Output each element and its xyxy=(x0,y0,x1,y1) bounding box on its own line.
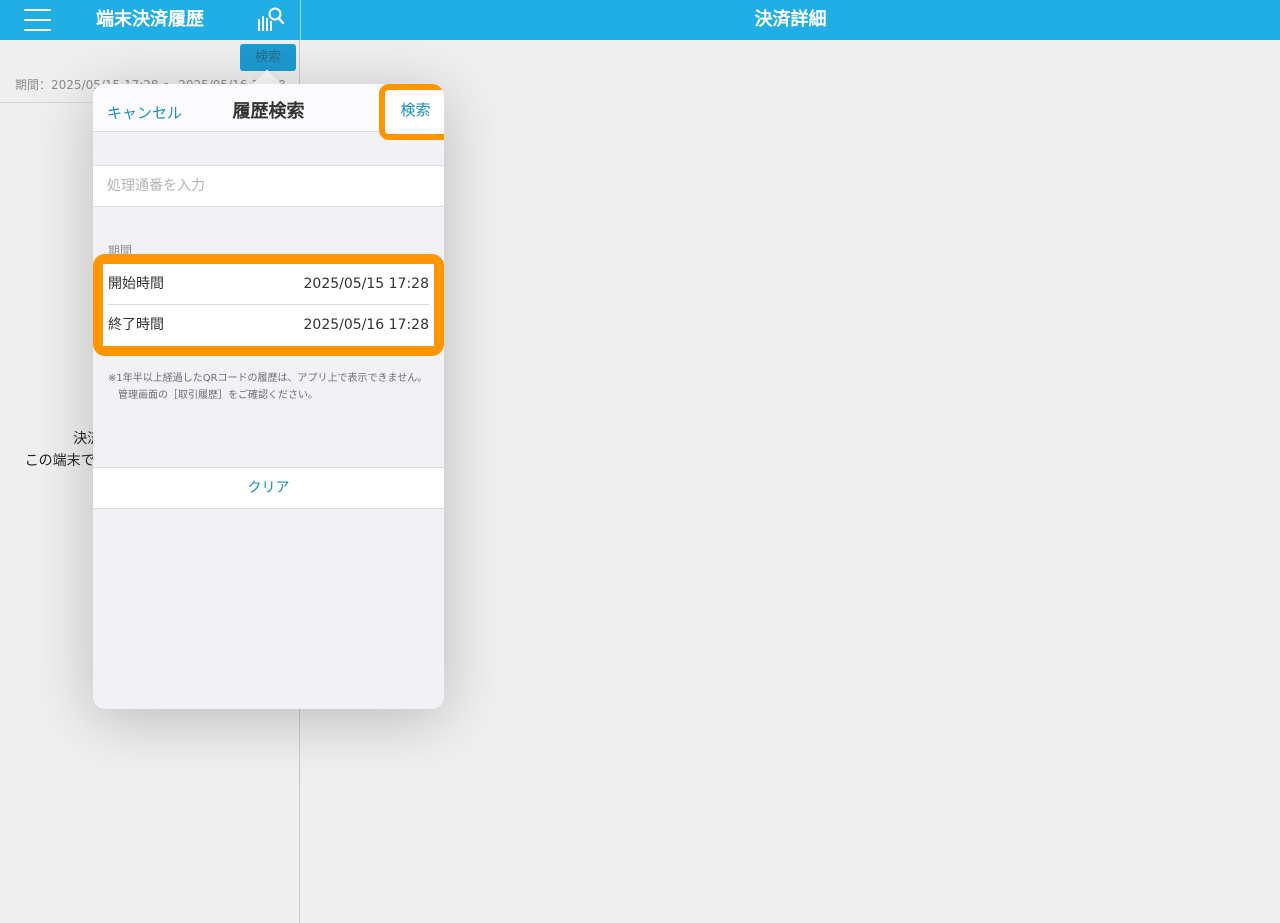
detail-pane xyxy=(301,40,1280,923)
search-chip-button[interactable]: 検索 xyxy=(240,44,296,71)
detail-title: 決済詳細 xyxy=(754,9,827,30)
top-bar: 端末決済履歴 決済詳細 xyxy=(0,0,1280,40)
search-chart-icon[interactable] xyxy=(256,6,286,34)
search-button[interactable]: 検索 xyxy=(385,90,444,134)
history-search-popover: キャンセル 履歴検索 検索 期間 開始時間 2025/05/15 17:28 終… xyxy=(93,84,444,709)
start-time-row[interactable]: 開始時間 2025/05/15 17:28 xyxy=(108,264,429,305)
serial-number-input[interactable] xyxy=(107,166,427,206)
start-time-label: 開始時間 xyxy=(108,276,164,292)
end-time-row[interactable]: 終了時間 2025/05/16 17:28 xyxy=(108,305,429,346)
period-group: 開始時間 2025/05/15 17:28 終了時間 2025/05/16 17… xyxy=(103,264,434,346)
cancel-button[interactable]: キャンセル xyxy=(107,84,182,142)
clear-button[interactable]: クリア xyxy=(93,467,444,509)
search-button-highlight: 検索 xyxy=(379,84,444,140)
end-time-value: 2025/05/16 17:28 xyxy=(303,317,430,333)
end-time-label: 終了時間 xyxy=(108,317,164,333)
start-time-value: 2025/05/15 17:28 xyxy=(303,276,430,292)
hamburger-menu-icon[interactable] xyxy=(24,9,51,31)
history-notice: ※1年半以上経過したQRコードの履歴は、アプリ上で表示できません。管理画面の［取… xyxy=(108,373,428,401)
period-highlight: 開始時間 2025/05/15 17:28 終了時間 2025/05/16 17… xyxy=(93,254,444,356)
history-title: 端末決済履歴 xyxy=(96,9,204,30)
serial-number-row xyxy=(93,165,444,207)
